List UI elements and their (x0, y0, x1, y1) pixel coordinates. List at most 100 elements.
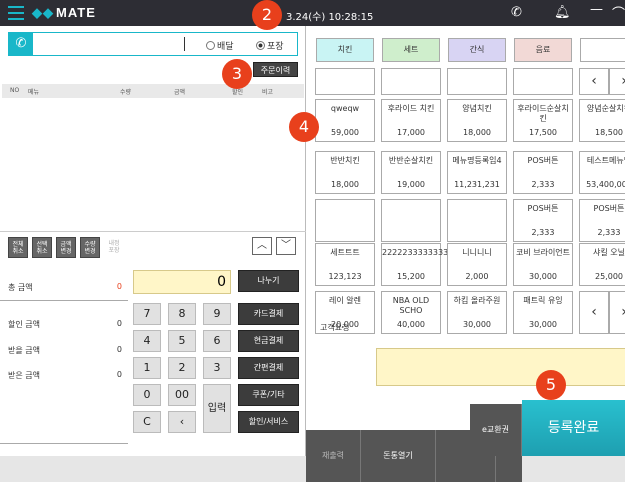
menu-item[interactable]: 반반순살치킨 19,000 (381, 151, 441, 194)
menu-item[interactable]: 세트트트 123,123 (315, 243, 375, 286)
category-tab-0[interactable]: 치킨 (316, 38, 374, 62)
category-tab-1[interactable]: 세트 (382, 38, 440, 62)
grid-next-icon[interactable]: › (609, 291, 625, 334)
menu-item[interactable]: POS버튼 2,333 (513, 151, 573, 194)
cancel-selected-button[interactable]: 선택 취소 (32, 237, 52, 258)
discount-service-button[interactable]: 할인/서비스 (238, 411, 299, 433)
annotation-badge: 3 (222, 59, 252, 89)
menu-item[interactable] (315, 68, 375, 95)
category-tab-3[interactable]: 음료 (514, 38, 572, 62)
key-0[interactable]: 0 (133, 384, 161, 406)
menu-item[interactable]: 샤킬 오닐 25,000 (579, 243, 625, 286)
reprint-button[interactable]: 재출력 (306, 430, 361, 482)
menu-item[interactable]: 테스트메뉴명 53,400,000 (579, 151, 625, 194)
menu-item-price: 18,500 (595, 128, 623, 137)
key-6[interactable]: 6 (203, 330, 231, 352)
received-label: 받은 금액 (8, 371, 40, 380)
menu-item[interactable] (447, 68, 507, 95)
card-payment-button[interactable]: 카드결제 (238, 303, 299, 325)
page-next-icon[interactable]: › (609, 68, 625, 95)
key-9[interactable]: 9 (203, 303, 231, 325)
scroll-down-icon[interactable]: ﹀ (276, 237, 296, 255)
menu-item-name: 코비 브라이언트 (515, 248, 571, 257)
amount-display[interactable]: 0 (133, 270, 231, 294)
scroll-up-icon[interactable]: ︿ (252, 237, 272, 255)
bell-icon[interactable]: 🔔︎ (554, 5, 571, 20)
menu-item[interactable]: 코비 브라이언트 30,000 (513, 243, 573, 286)
takeout-radio[interactable]: 포장 (256, 39, 284, 52)
menu-item-price: 59,000 (331, 128, 359, 137)
key-2[interactable]: 2 (168, 357, 196, 379)
key-4[interactable]: 4 (133, 330, 161, 352)
due-value: 0 (116, 345, 122, 354)
menu-item[interactable]: 메뉴명등록임4 11,231,231 (447, 151, 507, 194)
change-price-button[interactable]: 금액 변경 (56, 237, 76, 258)
minimize-icon[interactable]: — (590, 2, 603, 17)
menu-item-price: 17,500 (529, 128, 557, 137)
open-drawer-button[interactable]: 돈통열기 (361, 430, 436, 482)
takeout-label: 포장 (267, 42, 284, 52)
delivery-label: 배달 (217, 42, 234, 52)
col-qty: 수량 (120, 89, 132, 96)
cash-payment-button[interactable]: 현금결제 (238, 330, 299, 352)
menu-item[interactable]: POS버튼 2,333 (579, 199, 625, 242)
exchange-voucher-button[interactable]: e교환권 (470, 404, 522, 456)
phone-icon[interactable]: ✆ (9, 33, 33, 55)
category-tab-2[interactable]: 간식 (448, 38, 506, 62)
hamburger-menu-icon[interactable] (8, 6, 24, 20)
phone-search[interactable]: ✆ 배달 포장 (8, 32, 298, 56)
coupon-other-button[interactable]: 쿠폰/기타 (238, 384, 299, 406)
menu-item-price: 2,333 (597, 228, 621, 237)
menu-item[interactable] (315, 199, 375, 242)
menu-item[interactable]: 양념순살치킨 18,500 (579, 99, 625, 142)
menu-item[interactable]: 니니니니 2,000 (447, 243, 507, 286)
discount-value: 0 (116, 319, 122, 328)
key-1[interactable]: 1 (133, 357, 161, 379)
refresh-icon[interactable]: ⌒ (612, 3, 625, 22)
delivery-radio[interactable]: 배달 (206, 39, 234, 52)
menu-item-name: POS버튼 (593, 204, 625, 213)
menu-item[interactable]: 222223333333344444 15,200 (381, 243, 474, 286)
key-7[interactable]: 7 (133, 303, 161, 325)
menu-item-price: 11,231,231 (454, 180, 500, 189)
menu-item-name: 샤킬 오닐 (593, 248, 625, 257)
key-8[interactable]: 8 (168, 303, 196, 325)
menu-item[interactable]: qweqw 59,000 (315, 99, 375, 142)
menu-item[interactable]: 양념치킨 18,000 (447, 99, 507, 142)
register-complete-button[interactable]: 등록완료 (522, 400, 625, 456)
order-history-button[interactable]: 주문이력 (253, 62, 298, 77)
menu-item[interactable]: NBA OLD SCHO 40,000 (381, 291, 441, 334)
menu-item[interactable]: 반반치킨 18,000 (315, 151, 375, 194)
enter-key[interactable]: 입력 (203, 384, 231, 433)
menu-item[interactable]: 하킴 올라주원 30,000 (447, 291, 507, 334)
change-qty-button[interactable]: 수량 변경 (80, 237, 100, 258)
key-3[interactable]: 3 (203, 357, 231, 379)
total-value: 0 (116, 282, 122, 291)
grid-prev-icon[interactable]: ‹ (579, 291, 609, 334)
key-backspace[interactable]: ‹ (168, 411, 196, 433)
split-button[interactable]: 나누기 (238, 270, 299, 292)
category-tab-empty[interactable] (580, 38, 625, 62)
divider (0, 443, 128, 444)
menu-item[interactable]: 후라이드순살치킨 17,500 (513, 99, 573, 142)
menu-item[interactable] (447, 199, 507, 242)
annotation-badge: 5 (536, 370, 566, 400)
due-label: 받을 금액 (8, 346, 40, 355)
key-00[interactable]: 00 (168, 384, 196, 406)
phone-icon[interactable]: ✆ (511, 5, 522, 20)
menu-item[interactable] (381, 68, 441, 95)
menu-item[interactable]: 후라이드 치킨 17,000 (381, 99, 441, 142)
cancel-all-button[interactable]: 전체 취소 (8, 237, 28, 258)
customer-request-input[interactable] (376, 348, 625, 386)
dine-takeout-toggle[interactable]: 내정 포장 (104, 237, 124, 258)
menu-item[interactable] (513, 68, 573, 95)
page-prev-icon[interactable]: ‹ (579, 68, 609, 95)
key-clear[interactable]: C (133, 411, 161, 433)
key-5[interactable]: 5 (168, 330, 196, 352)
col-note: 비고 (262, 89, 274, 96)
easy-payment-button[interactable]: 간편결제 (238, 357, 299, 379)
menu-item[interactable] (381, 199, 441, 242)
menu-item[interactable]: POS버튼 2,333 (513, 199, 573, 242)
menu-item-name: 레이 알렌 (329, 296, 361, 305)
menu-item[interactable]: 패트릭 유잉 30,000 (513, 291, 573, 334)
